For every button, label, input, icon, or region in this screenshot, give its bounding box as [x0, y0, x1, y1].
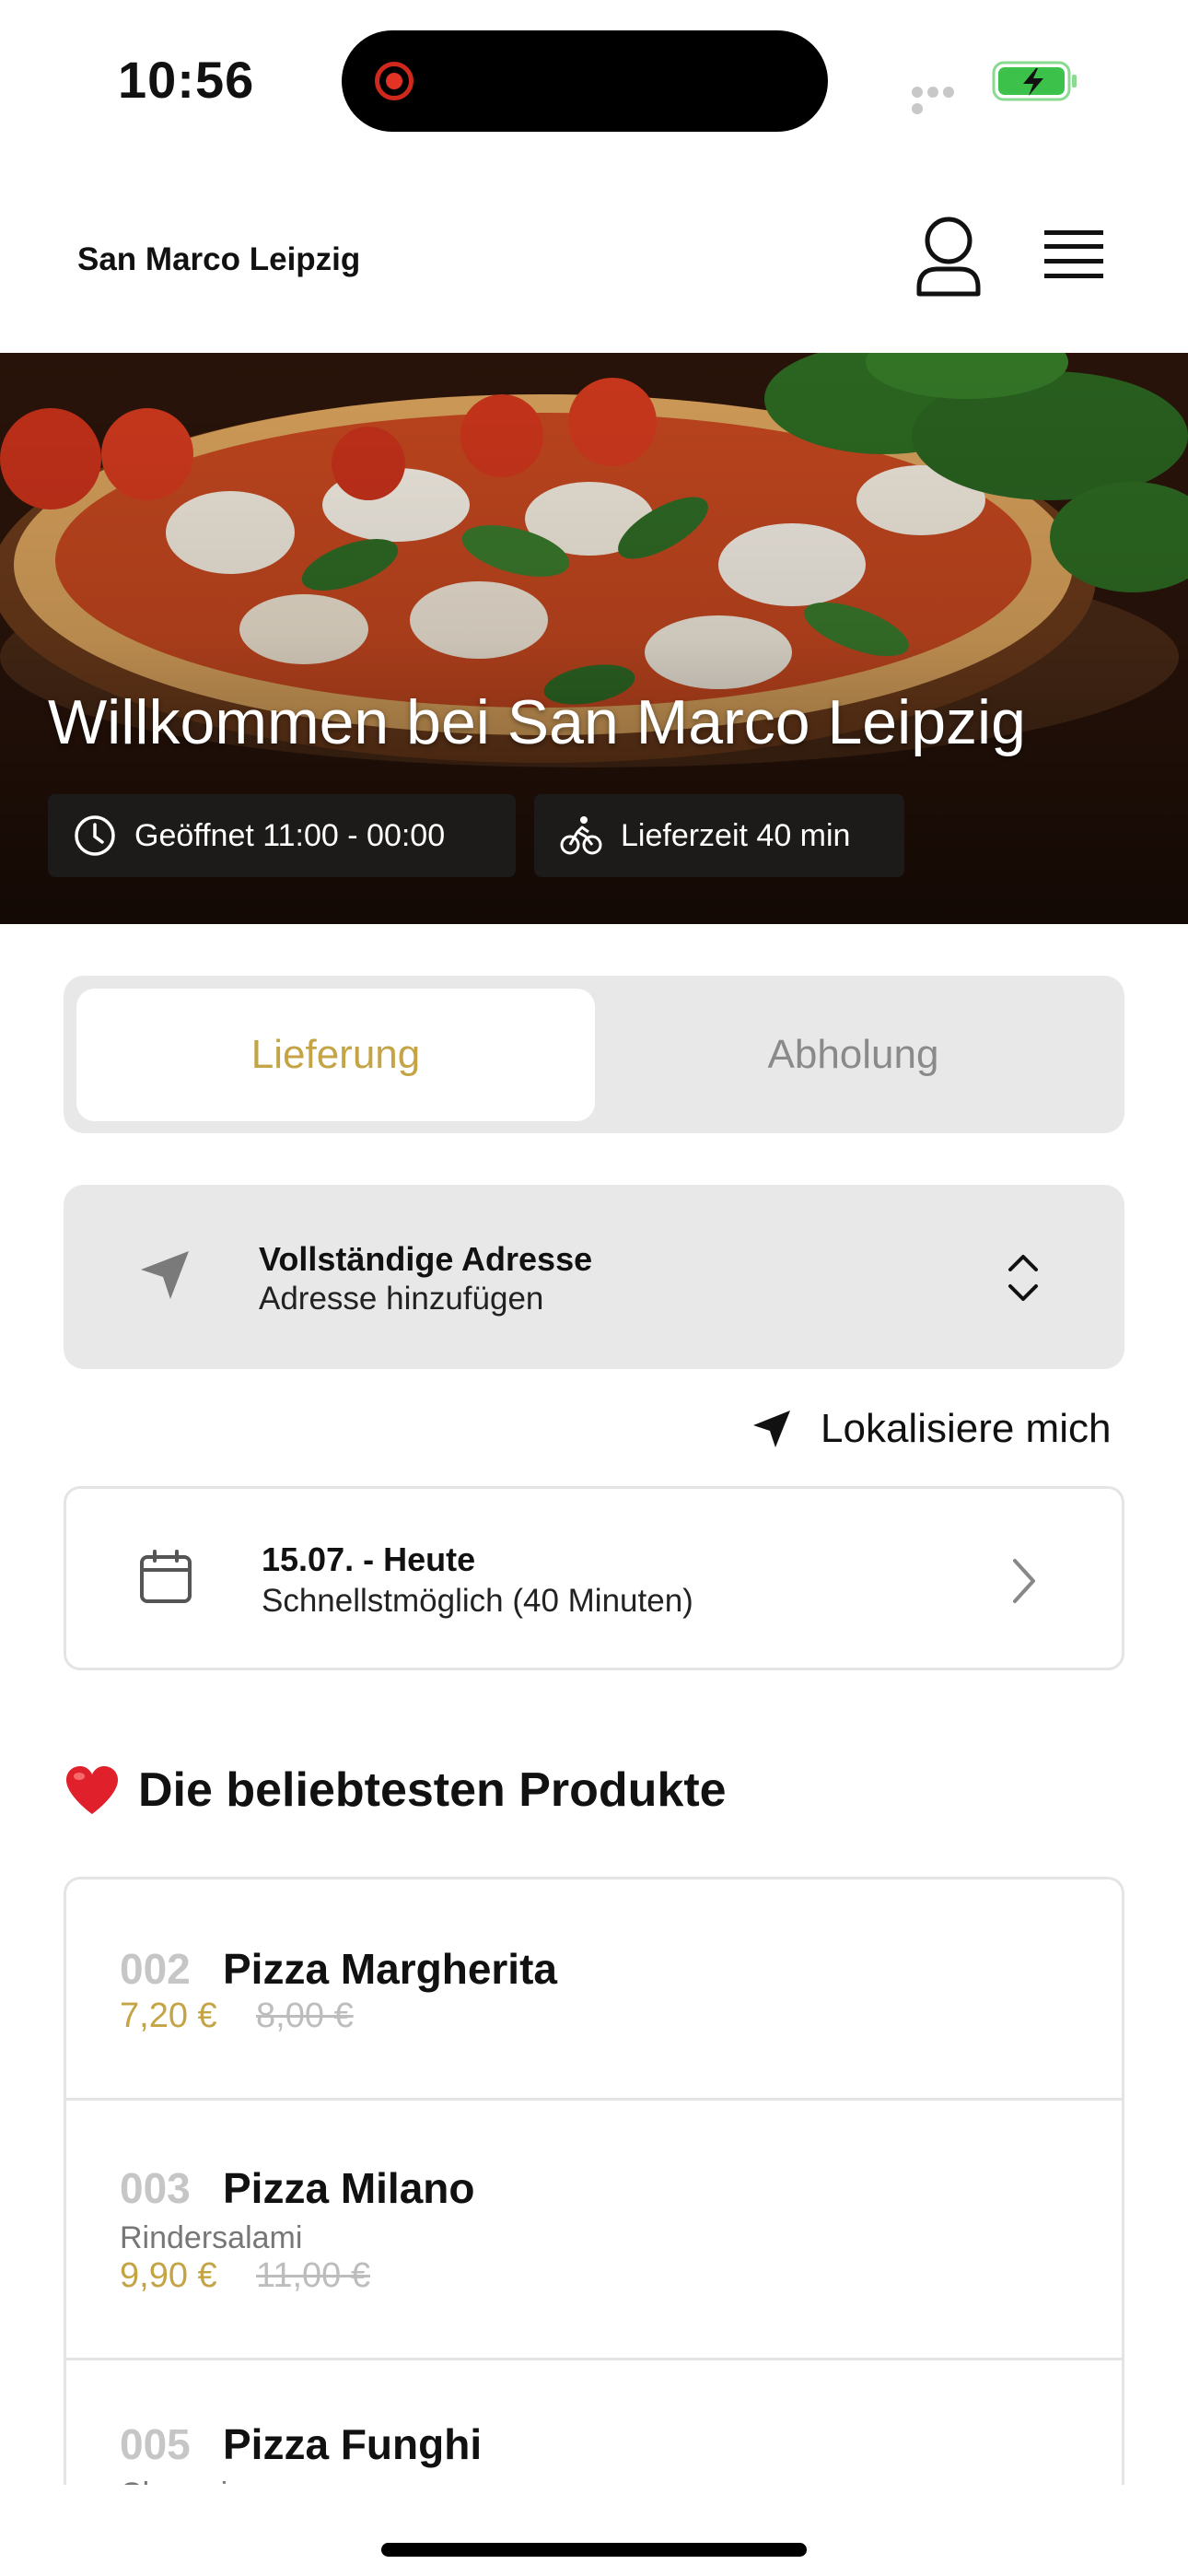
screen-recording-icon [375, 62, 413, 100]
heart-icon [66, 1766, 118, 1814]
product-item[interactable]: 003 Pizza Milano Rindersalami 9,90 € 11,… [66, 2101, 1122, 2360]
product-number: 002 [120, 1945, 191, 1993]
dynamic-island [342, 30, 828, 132]
product-list: 002 Pizza Margherita 7,20 € 8,00 € 003 P… [64, 1877, 1124, 2485]
popular-products-title: Die beliebtesten Produkte [64, 1762, 727, 1818]
battery-charging-icon [992, 61, 1077, 101]
schedule-subtitle: Schnellstmöglich (40 Minuten) [262, 1583, 693, 1619]
address-selector[interactable]: Vollständige Adresse Adresse hinzufügen [64, 1185, 1124, 1369]
app-header: San Marco Leipzig [0, 184, 1188, 352]
chevron-right-icon [1013, 1559, 1035, 1603]
product-item[interactable]: 005 Pizza Funghi Champignons [66, 2360, 1122, 2485]
calendar-icon [140, 1550, 192, 1603]
delivery-time-selector[interactable]: 15.07. - Heute Schnellstmöglich (40 Minu… [64, 1486, 1124, 1670]
location-arrow-icon [753, 1411, 790, 1447]
opening-hours-badge: Geöffnet 11:00 - 00:00 [48, 794, 516, 877]
hero-title: Willkommen bei San Marco Leipzig [48, 687, 1026, 757]
product-name: Pizza Margherita [223, 1945, 557, 1993]
user-icon[interactable] [912, 216, 985, 299]
hero-banner: Willkommen bei San Marco Leipzig Geöffne… [0, 353, 1188, 924]
tab-delivery[interactable]: Lieferung [76, 989, 595, 1121]
location-arrow-icon [141, 1251, 189, 1299]
product-item[interactable]: 002 Pizza Margherita 7,20 € 8,00 € [66, 1879, 1122, 2101]
home-indicator[interactable] [381, 2543, 807, 2557]
delivery-time-text: Lieferzeit 40 min [621, 817, 851, 853]
brand-name: San Marco Leipzig [77, 241, 361, 277]
product-description: Champignons [120, 2476, 313, 2485]
opening-hours-text: Geöffnet 11:00 - 00:00 [134, 817, 446, 853]
product-number: 005 [120, 2420, 191, 2468]
address-title: Vollständige Adresse [259, 1240, 593, 1278]
chevron-up-down-icon [1008, 1255, 1038, 1301]
product-description: Rindersalami [120, 2220, 303, 2255]
address-subtitle: Adresse hinzufügen [259, 1281, 544, 1317]
hamburger-menu-icon[interactable] [1041, 225, 1107, 289]
bicycle-icon [560, 816, 602, 855]
clock-icon [75, 815, 115, 856]
product-old-price: 8,00 € [256, 1996, 354, 2035]
order-mode-toggle: Lieferung Abholung [64, 976, 1124, 1133]
locate-me-button[interactable]: Lokalisiere mich [751, 1400, 1111, 1458]
section-title-text: Die beliebtesten Produkte [138, 1763, 727, 1817]
delivery-time-badge: Lieferzeit 40 min [534, 794, 904, 877]
product-price: 9,90 € [120, 2256, 217, 2295]
product-number: 003 [120, 2164, 191, 2212]
tab-pickup[interactable]: Abholung [594, 989, 1112, 1121]
product-price: 7,20 € [120, 1996, 217, 2035]
status-time: 10:56 [118, 51, 255, 109]
schedule-title: 15.07. - Heute [262, 1540, 476, 1578]
product-name: Pizza Funghi [223, 2420, 483, 2468]
locate-me-label: Lokalisiere mich [821, 1406, 1112, 1451]
cellular-signal-icon [912, 86, 973, 114]
status-bar: 10:56 [0, 0, 1188, 166]
product-name: Pizza Milano [223, 2164, 475, 2212]
product-old-price: 11,00 € [256, 2256, 370, 2295]
